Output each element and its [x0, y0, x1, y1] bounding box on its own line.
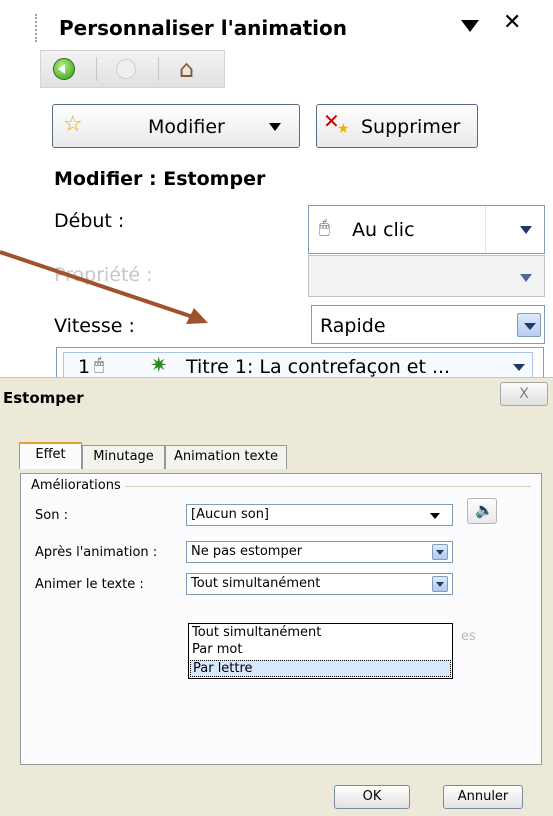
delete-star-icon: ★ — [337, 121, 350, 137]
group-label: Améliorations — [31, 478, 125, 493]
tab-label: Animation texte — [173, 449, 279, 464]
list-item[interactable]: Par mot — [190, 642, 451, 659]
dialog-tabs: Effet Minutage Animation texte — [19, 442, 539, 473]
sound-volume-button[interactable]: 🔈 — [467, 498, 497, 524]
pane-grip[interactable] — [35, 14, 40, 42]
after-animation-value: Ne pas estomper — [191, 544, 303, 559]
property-label: Propriété : — [54, 264, 153, 286]
pane-close-icon[interactable]: ✕ — [503, 10, 521, 35]
animate-text-options-list: Tout simultanément Par mot Par lettre — [188, 623, 453, 679]
delete-button-label: Supprimer — [361, 116, 461, 138]
tab-panel-effet: Améliorations Son : [Aucun son] 🔈 Après … — [20, 473, 542, 765]
tab-minutage[interactable]: Minutage — [82, 445, 165, 469]
combo-divider — [485, 206, 486, 253]
forward-arrow-icon[interactable] — [116, 59, 136, 79]
chevron-down-icon — [520, 226, 532, 234]
tab-label: Minutage — [93, 449, 154, 464]
tab-effet[interactable]: Effet — [19, 442, 82, 469]
list-item-selected[interactable]: Par lettre — [190, 660, 451, 677]
group-divider — [121, 486, 531, 487]
speed-dropdown-button[interactable] — [517, 313, 541, 337]
nav-separator — [158, 57, 159, 81]
after-animation-dropdown-button[interactable] — [432, 544, 448, 560]
property-select[interactable] — [308, 255, 545, 297]
tab-label: Effet — [35, 447, 66, 462]
mouse-icon: 🖱 — [319, 217, 330, 238]
chevron-down-icon[interactable] — [513, 364, 525, 371]
mouse-icon: 🖱 — [94, 355, 105, 375]
sound-value: [Aucun son] — [191, 507, 269, 522]
sound-select[interactable]: [Aucun son] — [186, 504, 453, 526]
speed-label: Vitesse : — [54, 315, 135, 337]
modify-effect-button[interactable]: ☆ Modifier — [52, 104, 300, 148]
tab-animation-texte[interactable]: Animation texte — [165, 445, 287, 469]
chevron-down-icon — [269, 123, 281, 131]
entrance-effect-star-icon: ✷ — [150, 353, 168, 377]
start-label: Début : — [54, 210, 125, 232]
dialog-title: Estomper — [3, 389, 84, 407]
start-select[interactable]: 🖱 Au clic — [308, 205, 545, 254]
home-icon[interactable]: ⌂ — [179, 55, 194, 83]
speed-select[interactable]: Rapide — [311, 305, 545, 344]
start-value: Au clic — [352, 219, 415, 241]
cancel-button[interactable]: Annuler — [443, 785, 523, 809]
animate-text-dropdown-button[interactable] — [432, 576, 448, 592]
back-arrow-icon[interactable] — [53, 58, 75, 80]
effect-number: 1 — [78, 356, 91, 378]
animate-text-value: Tout simultanément — [191, 576, 321, 591]
sound-label: Son : — [35, 508, 68, 523]
obscured-label-text: es — [461, 629, 476, 644]
speaker-icon: 🔈 — [475, 501, 494, 519]
modify-button-label: Modifier — [148, 116, 225, 138]
close-icon: X — [519, 386, 529, 402]
animate-text-select[interactable]: Tout simultanément — [186, 573, 453, 595]
list-item[interactable]: Tout simultanément — [190, 625, 451, 642]
pane-navigation-bar: ⌂ — [40, 50, 225, 88]
custom-animation-pane: Personnaliser l'animation ✕ ⌂ ☆ Modifier… — [35, 0, 553, 390]
ok-button[interactable]: OK — [334, 785, 410, 809]
pane-title: Personnaliser l'animation — [59, 16, 348, 40]
effect-name: Titre 1: La contrefaçon et ... — [186, 356, 451, 378]
section-title: Modifier : Estomper — [54, 168, 266, 190]
effect-options-dialog: Estomper X Effet Minutage Animation text… — [0, 377, 553, 816]
nav-separator — [96, 57, 97, 81]
animate-text-label: Animer le texte : — [35, 577, 144, 592]
speed-value: Rapide — [320, 315, 386, 337]
add-effect-star-icon: ☆ — [63, 112, 83, 137]
chevron-down-icon — [520, 274, 532, 282]
after-animation-select[interactable]: Ne pas estomper — [186, 541, 453, 563]
delete-effect-button[interactable]: ✕ ★ Supprimer — [316, 104, 478, 148]
pane-menu-chevron-down-icon[interactable] — [461, 20, 479, 32]
dialog-close-button[interactable]: X — [500, 382, 548, 406]
after-animation-label: Après l'animation : — [35, 545, 158, 560]
chevron-down-icon — [430, 513, 440, 519]
